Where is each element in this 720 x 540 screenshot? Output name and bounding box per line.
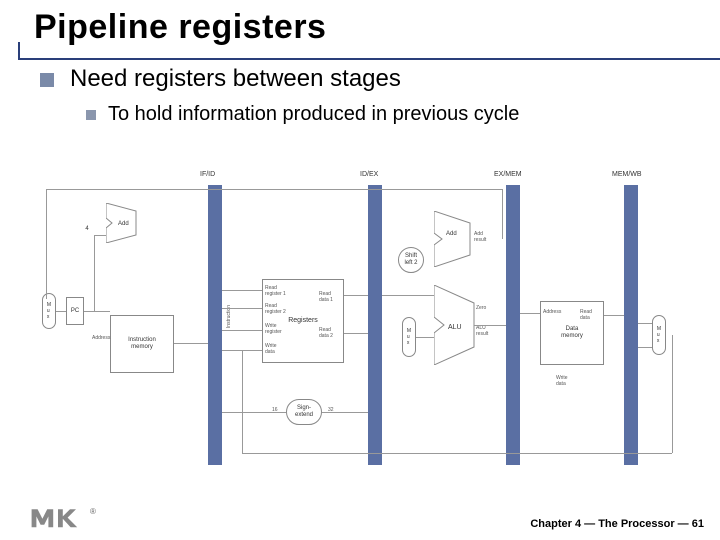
wire — [56, 311, 66, 312]
bullet-icon — [40, 73, 54, 87]
alu-zero-label: Zero — [476, 305, 486, 311]
pc-register: PC — [66, 297, 84, 325]
wire — [322, 412, 368, 413]
wire — [222, 412, 286, 413]
wire — [672, 335, 673, 453]
bullet-level-2: To hold information produced in previous… — [86, 103, 710, 126]
regport-rd2: Readdata 2 — [319, 327, 333, 339]
wire-branch-back — [46, 189, 502, 190]
wire — [174, 343, 208, 344]
title-rule — [18, 58, 720, 60]
pipe-label-ifid: IF/ID — [200, 171, 215, 178]
slide-footer: Chapter 4 — The Processor — 61 — [530, 518, 704, 530]
const-4: 4 — [82, 223, 92, 235]
pipe-reg-exmem — [506, 185, 520, 465]
regport-rr1: Readregister 1 — [265, 285, 286, 297]
dmem-writedata: Writedata — [556, 375, 568, 387]
add-result-label: Addresult — [474, 231, 486, 243]
wb-mux: Mux — [652, 315, 666, 355]
wire — [474, 325, 506, 326]
wire — [94, 235, 106, 236]
adder-pc4: Add — [106, 203, 146, 243]
wire — [502, 189, 503, 239]
pipe-label-memwb: MEM/WB — [612, 171, 642, 178]
wire — [416, 337, 434, 338]
instruction-memory: Instructionmemory — [110, 315, 174, 373]
wire — [242, 350, 243, 453]
footer-sep: — — [581, 518, 598, 530]
wire — [84, 311, 110, 312]
registered-mark: ® — [90, 507, 96, 516]
bullet-text: Need registers between stages — [70, 65, 401, 93]
bullet-level-1: Need registers between stages — [40, 65, 710, 93]
dmem-address: Address — [543, 309, 561, 315]
alu-result-label: ALUresult — [476, 325, 488, 337]
publisher-logo: ® — [28, 500, 98, 532]
pipe-label-exmem: EX/MEM — [494, 171, 522, 178]
sign-extend: Sign-extend — [286, 399, 322, 425]
bullet-icon — [86, 110, 96, 120]
pipe-reg-memwb — [624, 185, 638, 465]
wire — [344, 295, 368, 296]
pipeline-diagram: IF/ID ID/EX EX/MEM MEM/WB Mux PC Add 4 I… — [36, 175, 686, 475]
regport-rr2: Readregister 2 — [265, 303, 286, 315]
wire — [94, 235, 95, 311]
imem-address-label: Address — [92, 335, 110, 341]
wire — [638, 323, 652, 324]
wire — [344, 333, 368, 334]
wire-wb-back — [242, 453, 672, 454]
regport-wd: Writedata — [265, 343, 277, 355]
svg-text:ALU: ALU — [448, 324, 462, 331]
pipe-label-idex: ID/EX — [360, 171, 378, 178]
slide-title: Pipeline registers — [34, 8, 720, 47]
wire — [222, 308, 262, 309]
shift-left-2: Shiftleft 2 — [398, 247, 424, 273]
footer-title: The Processor — [598, 518, 674, 530]
footer-chapter: Chapter 4 — [530, 518, 581, 530]
svg-text:Add: Add — [446, 231, 457, 237]
wire — [382, 295, 434, 296]
wire — [604, 315, 624, 316]
pipe-reg-idex — [368, 185, 382, 465]
bullet-text: To hold information produced in previous… — [108, 103, 519, 126]
svg-text:Add: Add — [118, 221, 129, 227]
dmem-readdata: Readdata — [580, 309, 592, 321]
wire — [222, 290, 262, 291]
pipe-reg-ifid — [208, 185, 222, 465]
footer-sep: — — [675, 518, 692, 530]
wire — [46, 189, 47, 299]
footer-page: 61 — [692, 518, 704, 530]
wire — [222, 330, 262, 331]
pc-mux: Mux — [42, 293, 56, 329]
wire — [520, 313, 540, 314]
regport-rd1: Readdata 1 — [319, 291, 333, 303]
regport-wr: Writeregister — [265, 323, 282, 335]
wire — [638, 347, 652, 348]
alu-src-mux: Mux — [402, 317, 416, 357]
